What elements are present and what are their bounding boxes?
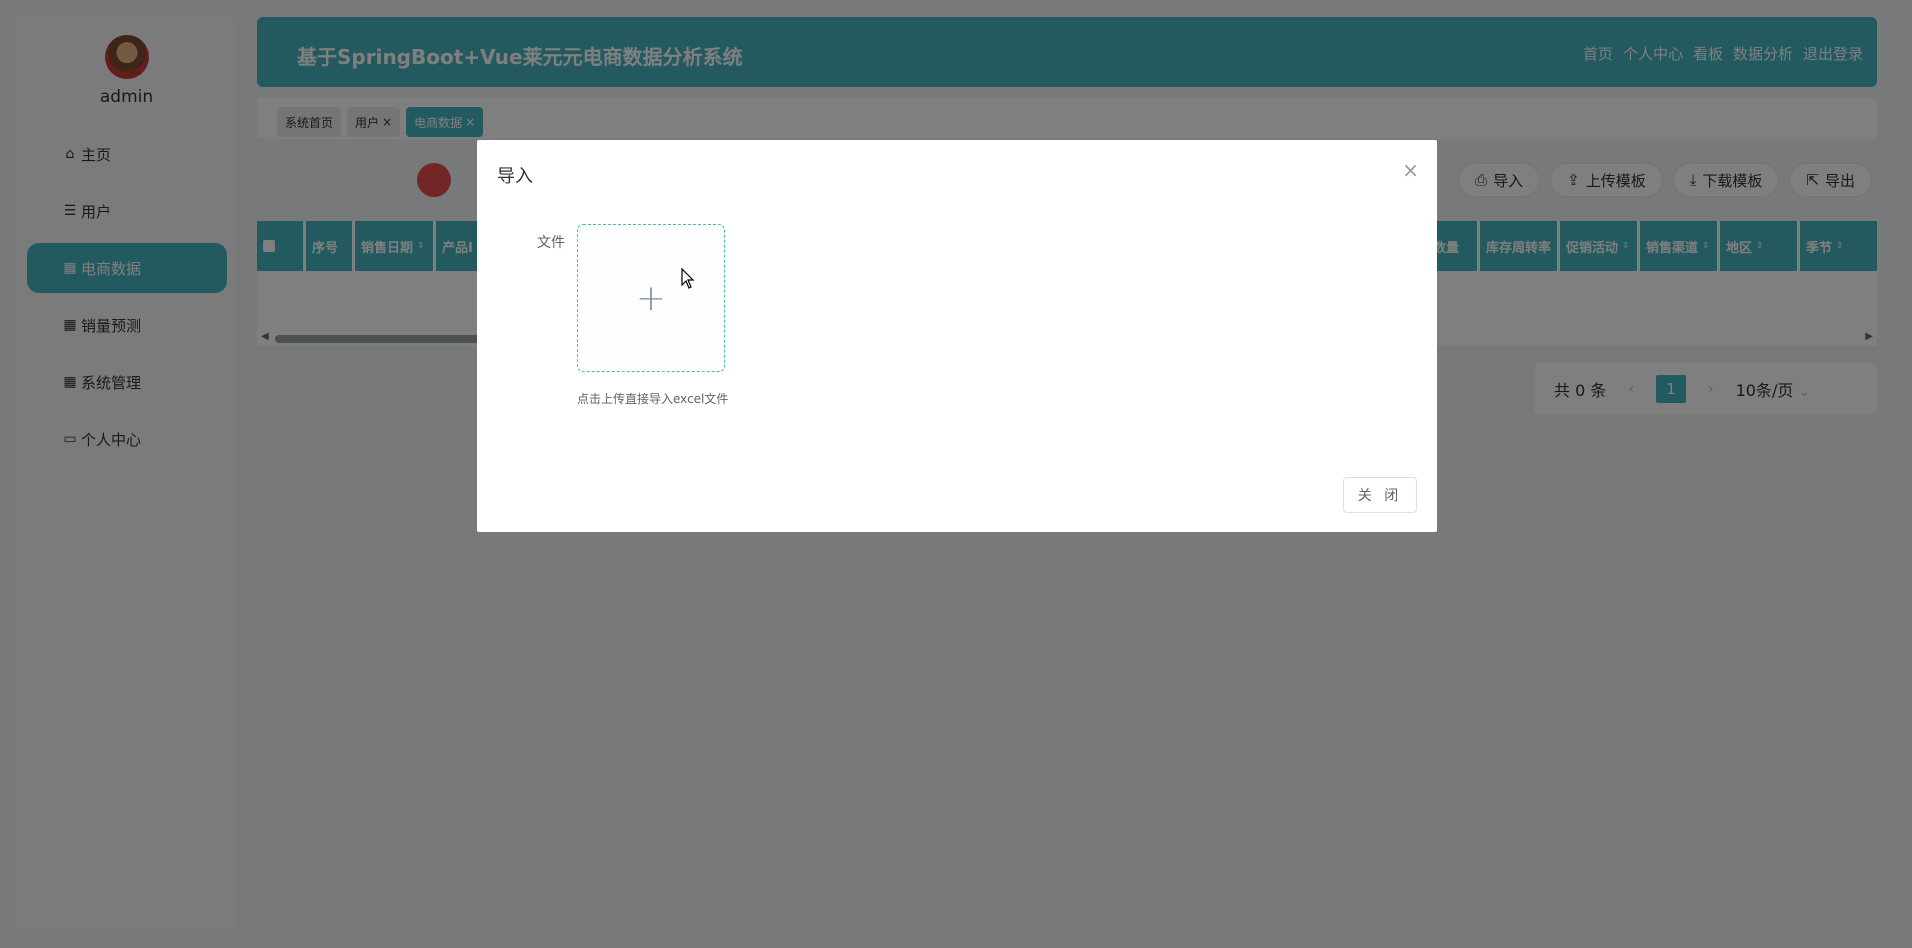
- close-icon[interactable]: ×: [1402, 158, 1419, 182]
- file-label: 文件: [537, 235, 565, 251]
- dialog-title: 导入: [497, 166, 533, 187]
- close-button[interactable]: 关 闭: [1343, 477, 1417, 513]
- upload-tip: 点击上传直接导入excel文件: [577, 392, 729, 406]
- import-dialog: 导入 × 文件 + 点击上传直接导入excel文件 关 闭: [477, 140, 1437, 532]
- upload-area[interactable]: +: [577, 224, 725, 372]
- plus-icon: +: [635, 277, 667, 319]
- mouse-cursor-icon: [681, 268, 695, 289]
